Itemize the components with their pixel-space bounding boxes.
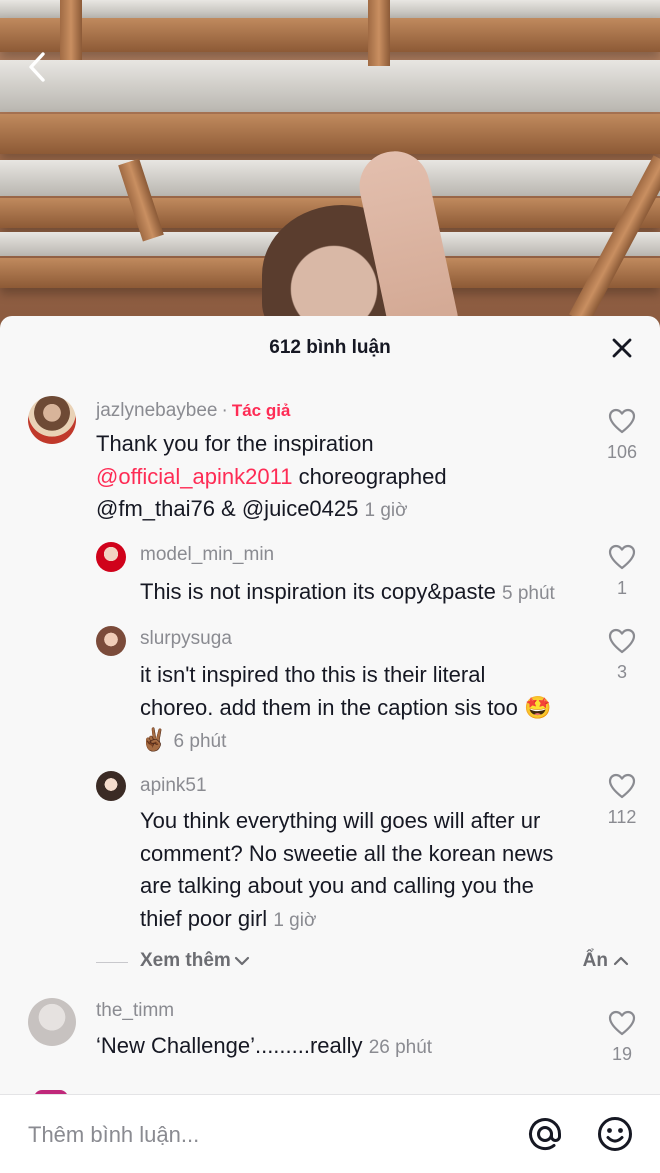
comment-username[interactable]: slurpysuga — [140, 628, 232, 650]
hide-label: Ẩn — [582, 950, 608, 971]
avatar[interactable] — [28, 396, 76, 444]
comment-username[interactable]: the_timm — [96, 1000, 174, 1022]
chevron-left-icon — [29, 52, 45, 82]
comment-input[interactable] — [28, 1117, 488, 1153]
mention-link[interactable]: @official_apink2011 — [96, 464, 292, 489]
ceiling-panel — [0, 60, 660, 112]
comment-text-segment: thief poor girl — [140, 905, 268, 931]
comment-text-segment: You think everything will goes will afte… — [140, 808, 541, 833]
view-more-replies-button[interactable]: Xem thêm — [140, 950, 251, 972]
like-count: 19 — [611, 1044, 633, 1064]
ceiling-rafter — [0, 114, 660, 154]
author-badge: Tác giả — [231, 401, 291, 420]
heart-icon — [608, 628, 636, 654]
view-more-label: Xem thêm — [140, 950, 231, 971]
comment-time: 5 phút — [501, 583, 555, 604]
star-struck-emoji: 🤩 — [524, 694, 552, 720]
comment-time: 26 phút — [368, 1037, 433, 1058]
avatar[interactable] — [96, 771, 126, 801]
avatar[interactable] — [28, 998, 76, 1046]
comment-text: You think everything will goes will afte… — [140, 805, 600, 937]
comment-username[interactable]: apink51 — [140, 775, 207, 797]
reply-item: apink51 You think everything will goes w… — [0, 769, 660, 939]
heart-icon — [608, 408, 636, 434]
like-button[interactable]: 1 — [602, 544, 642, 599]
like-button[interactable]: 112 — [602, 773, 642, 828]
divider — [96, 962, 128, 963]
like-count: 1 — [616, 578, 627, 598]
like-count: 3 — [616, 662, 627, 682]
comment-item: the_timm ‘New Challenge’.........really … — [0, 996, 660, 1066]
like-count: 112 — [607, 807, 637, 827]
comment-text: This is not inspiration its copy&paste 5… — [140, 576, 600, 611]
heart-icon — [608, 773, 636, 799]
back-button[interactable] — [22, 50, 52, 84]
ceiling-beam — [368, 0, 390, 66]
username-text[interactable]: jazlynebaybee — [96, 400, 217, 421]
comment-text-segment: @fm_thai76 & @juice0425 — [96, 496, 359, 521]
ceiling-beam — [60, 0, 82, 60]
comment-text-segment: ‘New Challenge’.........really — [96, 1033, 363, 1058]
comment-text-segment: are talking about you and calling you th… — [140, 873, 534, 898]
avatar[interactable] — [96, 542, 126, 572]
heart-icon — [608, 544, 636, 570]
reply-item: model_min_min This is not inspiration it… — [0, 538, 660, 608]
comment-count-title: 612 bình luận — [269, 337, 391, 358]
comment-text: it isn't inspired tho this is their lite… — [140, 659, 600, 759]
ceiling-rafter — [0, 18, 660, 52]
comments-sheet: 612 bình luận jazlynebaybee · Tác giả Than… — [0, 316, 660, 1173]
like-button[interactable]: 3 — [602, 628, 642, 683]
mention-button[interactable] — [526, 1115, 564, 1153]
ceiling-panel — [0, 160, 660, 196]
emoji-button[interactable] — [596, 1115, 634, 1153]
comment-input-bar — [0, 1094, 660, 1173]
comment-username[interactable]: model_min_min — [140, 544, 274, 566]
replies-toggle-row: Xem thêm Ẩn — [96, 950, 636, 976]
comment-text: ‘New Challenge’.........really 26 phút — [96, 1030, 576, 1065]
close-icon — [612, 338, 632, 358]
comment-username[interactable]: jazlynebaybee · Tác giả — [96, 400, 290, 422]
comment-time: 1 giờ — [273, 909, 317, 931]
comment-time: 6 phút — [173, 731, 227, 752]
emoji-icon — [598, 1117, 632, 1151]
reply-item: slurpysuga it isn't inspired tho this is… — [0, 622, 660, 752]
like-button[interactable]: 106 — [602, 408, 642, 463]
ceiling-panel — [0, 0, 660, 18]
like-button[interactable]: 19 — [602, 1010, 642, 1065]
avatar[interactable] — [96, 626, 126, 656]
at-icon — [529, 1118, 561, 1151]
chevron-up-icon — [613, 956, 629, 966]
comment-time: 1 giờ — [364, 500, 408, 521]
hide-replies-button[interactable]: Ẩn — [583, 950, 630, 972]
heart-icon — [608, 1010, 636, 1036]
comment-item: jazlynebaybee · Tác giả Thank you for the … — [0, 394, 660, 524]
comment-text-segment: choreographed — [298, 463, 447, 489]
video-background — [0, 0, 660, 330]
comment-text-segment: Thank you for the inspiration — [96, 431, 374, 456]
like-count: 106 — [606, 442, 638, 462]
close-button[interactable] — [610, 336, 634, 360]
chevron-down-icon — [234, 956, 249, 966]
comment-text-segment: This is not inspiration its copy&paste — [140, 579, 496, 604]
comment-text: Thank you for the inspiration @official_… — [96, 428, 586, 528]
victory-hand-emoji: ✌🏾 — [140, 727, 168, 752]
comment-text-segment: comment? No sweetie all the korean news — [140, 840, 554, 866]
comment-text-segment: it isn't inspired tho this is their lite… — [140, 662, 486, 687]
comment-text-segment: choreo. add them in the caption sis too — [140, 694, 518, 720]
sheet-header: 612 bình luận — [0, 316, 660, 380]
